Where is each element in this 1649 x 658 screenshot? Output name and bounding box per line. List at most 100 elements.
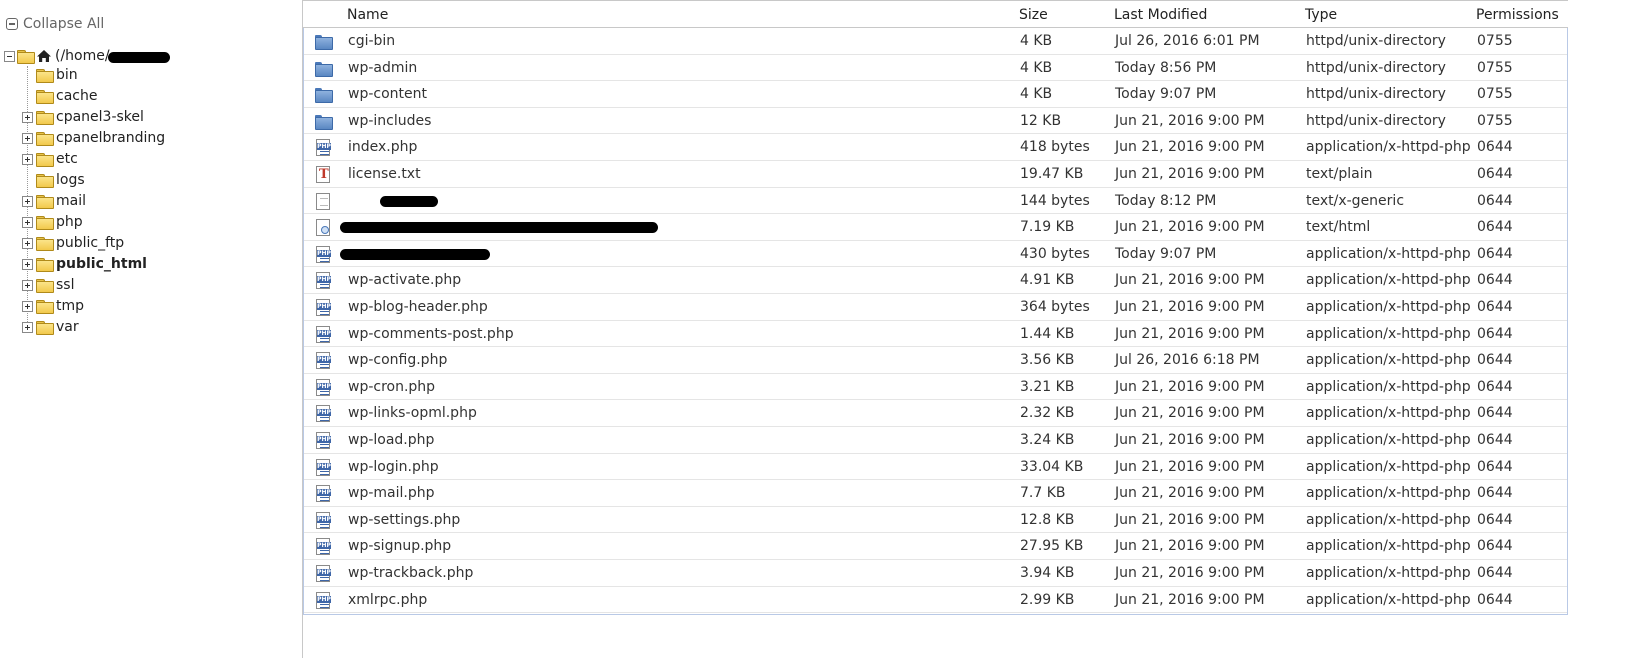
file-row[interactable]: PHP 430 bytes Today 9:07 PM application/x-h…	[304, 241, 1567, 268]
file-last-modified: Today 9:07 PM	[1115, 86, 1217, 103]
php-file-icon: PHP	[316, 139, 331, 157]
tree-item-php[interactable]: php	[22, 212, 83, 232]
home-icon	[37, 50, 51, 62]
file-size: 19.47 KB	[1020, 166, 1084, 182]
tree-item-mail[interactable]: mail	[22, 191, 86, 211]
php-file-icon: PHP	[316, 245, 331, 263]
expand-toggle-icon[interactable]	[22, 258, 33, 270]
folder-icon	[315, 114, 333, 130]
file-size: 27.95 KB	[1020, 538, 1084, 555]
file-permissions: 0644	[1477, 272, 1513, 289]
file-row[interactable]: PHP wp-login.php 33.04 KB Jun 21, 2016 9:00…	[304, 454, 1567, 481]
file-size: 144 bytes	[1020, 192, 1090, 209]
file-row[interactable]: PHP wp-mail.php 7.7 KB Jun 21, 2016 9:00 PM…	[304, 480, 1567, 507]
tree-item-cache[interactable]: cache	[22, 86, 97, 106]
file-type: application/x-httpd-php	[1306, 325, 1471, 342]
tree-item-var[interactable]: var	[22, 317, 79, 337]
file-type: application/x-httpd-php	[1306, 405, 1471, 422]
tree-item-cpanelbranding[interactable]: cpanelbranding	[22, 128, 165, 148]
file-type: application/x-httpd-php	[1306, 591, 1471, 608]
expand-toggle-icon[interactable]	[22, 321, 33, 333]
expand-toggle-icon[interactable]	[22, 237, 33, 249]
php-file-icon: PHP	[316, 325, 331, 343]
file-last-modified: Jun 21, 2016 9:00 PM	[1115, 219, 1265, 236]
column-header-type[interactable]: Type	[1305, 7, 1337, 23]
file-size: 7.19 KB	[1020, 219, 1075, 236]
file-row[interactable]: PHP wp-cron.php 3.21 KB Jun 21, 2016 9:00 P…	[304, 374, 1567, 401]
redacted-file-name	[380, 195, 438, 207]
column-header-size[interactable]: Size	[1019, 7, 1048, 23]
tree-item-label: var	[56, 319, 79, 335]
file-row[interactable]: PHP xmlrpc.php 2.99 KB Jun 21, 2016 9:00 PM…	[304, 587, 1567, 614]
file-last-modified: Jun 21, 2016 9:00 PM	[1115, 565, 1265, 581]
file-row[interactable]: PHP wp-links-opml.php 2.32 KB Jun 21, 2016 …	[304, 400, 1567, 427]
file-name: wp-links-opml.php	[348, 405, 477, 422]
expand-toggle-icon[interactable]	[22, 279, 33, 291]
html-file-icon	[316, 219, 330, 237]
collapse-all-button[interactable]: Collapse All	[6, 16, 104, 32]
column-header-name[interactable]: Name	[347, 7, 388, 23]
tree-item-public-ftp[interactable]: public_ftp	[22, 233, 124, 253]
file-last-modified: Jun 21, 2016 9:00 PM	[1115, 591, 1265, 608]
folder-icon	[315, 61, 333, 77]
tree-item-bin[interactable]: bin	[22, 65, 78, 85]
file-row[interactable]: PHP wp-trackback.php 3.94 KB Jun 21, 2016 9…	[304, 560, 1567, 587]
tree-item-label: cpanelbranding	[56, 130, 166, 146]
file-permissions: 0644	[1477, 565, 1513, 581]
folder-icon	[36, 89, 54, 104]
file-size: 2.32 KB	[1020, 405, 1075, 422]
tree-item-logs[interactable]: logs	[22, 170, 85, 190]
file-row[interactable]: cgi-bin 4 KB Jul 26, 2016 6:01 PM httpd/uni…	[304, 28, 1567, 55]
expand-toggle-icon[interactable]	[22, 132, 33, 144]
file-type: application/x-httpd-php	[1306, 272, 1471, 289]
expand-toggle-icon[interactable]	[22, 195, 33, 207]
expand-toggle-icon[interactable]	[22, 111, 33, 123]
redacted-username	[107, 51, 170, 63]
folder-icon	[36, 110, 54, 125]
file-size: 4 KB	[1020, 59, 1053, 76]
column-header-permissions[interactable]: Permissions	[1476, 7, 1559, 23]
column-header-last-modified[interactable]: Last Modified	[1114, 7, 1207, 23]
tree-root-label: (/home/	[55, 48, 110, 64]
file-permissions: 0644	[1477, 458, 1513, 475]
tree-item-ssl[interactable]: ssl	[22, 275, 74, 295]
file-type: application/x-httpd-php	[1306, 485, 1471, 502]
expand-toggle-icon[interactable]	[22, 300, 33, 312]
tree-item-cpanel3-skel[interactable]: cpanel3-skel	[22, 107, 144, 127]
file-size: 4.91 KB	[1020, 272, 1075, 289]
collapse-toggle-icon[interactable]	[4, 50, 15, 62]
file-row[interactable]: 144 bytes Today 8:12 PM text/x-generic 0644	[304, 188, 1567, 215]
file-row[interactable]: Tlicense.txt 19.47 KB Jun 21, 2016 9:00 PM…	[304, 161, 1567, 188]
file-row[interactable]: PHP wp-activate.php 4.91 KB Jun 21, 2016 9:…	[304, 267, 1567, 294]
tree-item-tmp[interactable]: tmp	[22, 296, 84, 316]
tree-item-public-html[interactable]: public_html	[22, 254, 147, 274]
tree-item-etc[interactable]: etc	[22, 149, 78, 169]
file-row[interactable]: PHP wp-comments-post.php 1.44 KB Jun 21, 20…	[304, 321, 1567, 348]
file-permissions: 0644	[1477, 245, 1513, 262]
folder-icon	[36, 152, 54, 167]
file-row[interactable]: wp-includes 12 KB Jun 21, 2016 9:00 PM http…	[304, 108, 1567, 135]
file-row[interactable]: wp-admin 4 KB Today 8:56 PM httpd/unix-dire…	[304, 55, 1567, 82]
file-row[interactable]: PHP wp-load.php 3.24 KB Jun 21, 2016 9:00 P…	[304, 427, 1567, 454]
file-row[interactable]: PHP wp-blog-header.php 364 bytes Jun 21, 20…	[304, 294, 1567, 321]
file-name: index.php	[348, 139, 418, 156]
file-type: application/x-httpd-php	[1306, 245, 1471, 262]
folder-icon	[36, 320, 54, 335]
file-row[interactable]: PHP wp-signup.php 27.95 KB Jun 21, 2016 9:0…	[304, 533, 1567, 560]
file-row[interactable]: PHP wp-config.php 3.56 KB Jul 26, 2016 6:18…	[304, 347, 1567, 374]
redacted-file-name	[340, 248, 490, 260]
folder-icon	[36, 131, 54, 146]
file-last-modified: Jul 26, 2016 6:01 PM	[1115, 33, 1260, 49]
tree-root-node[interactable]: (/home/	[4, 46, 170, 66]
file-row[interactable]: PHP wp-settings.php 12.8 KB Jun 21, 2016 9:…	[304, 507, 1567, 534]
file-type: httpd/unix-directory	[1306, 86, 1446, 103]
file-row[interactable]: 7.19 KB Jun 21, 2016 9:00 PM text/html 0644	[304, 214, 1567, 241]
file-size: 4 KB	[1020, 86, 1053, 103]
expand-toggle-icon[interactable]	[22, 153, 33, 165]
file-permissions: 0644	[1477, 511, 1513, 528]
open-folder-icon	[17, 49, 35, 64]
file-row[interactable]: wp-content 4 KB Today 9:07 PM httpd/unix-di…	[304, 81, 1567, 108]
file-row[interactable]: PHP index.php 418 bytes Jun 21, 2016 9:00 P…	[304, 134, 1567, 161]
expand-toggle-icon[interactable]	[22, 216, 33, 228]
text-file-icon: T	[316, 166, 330, 183]
